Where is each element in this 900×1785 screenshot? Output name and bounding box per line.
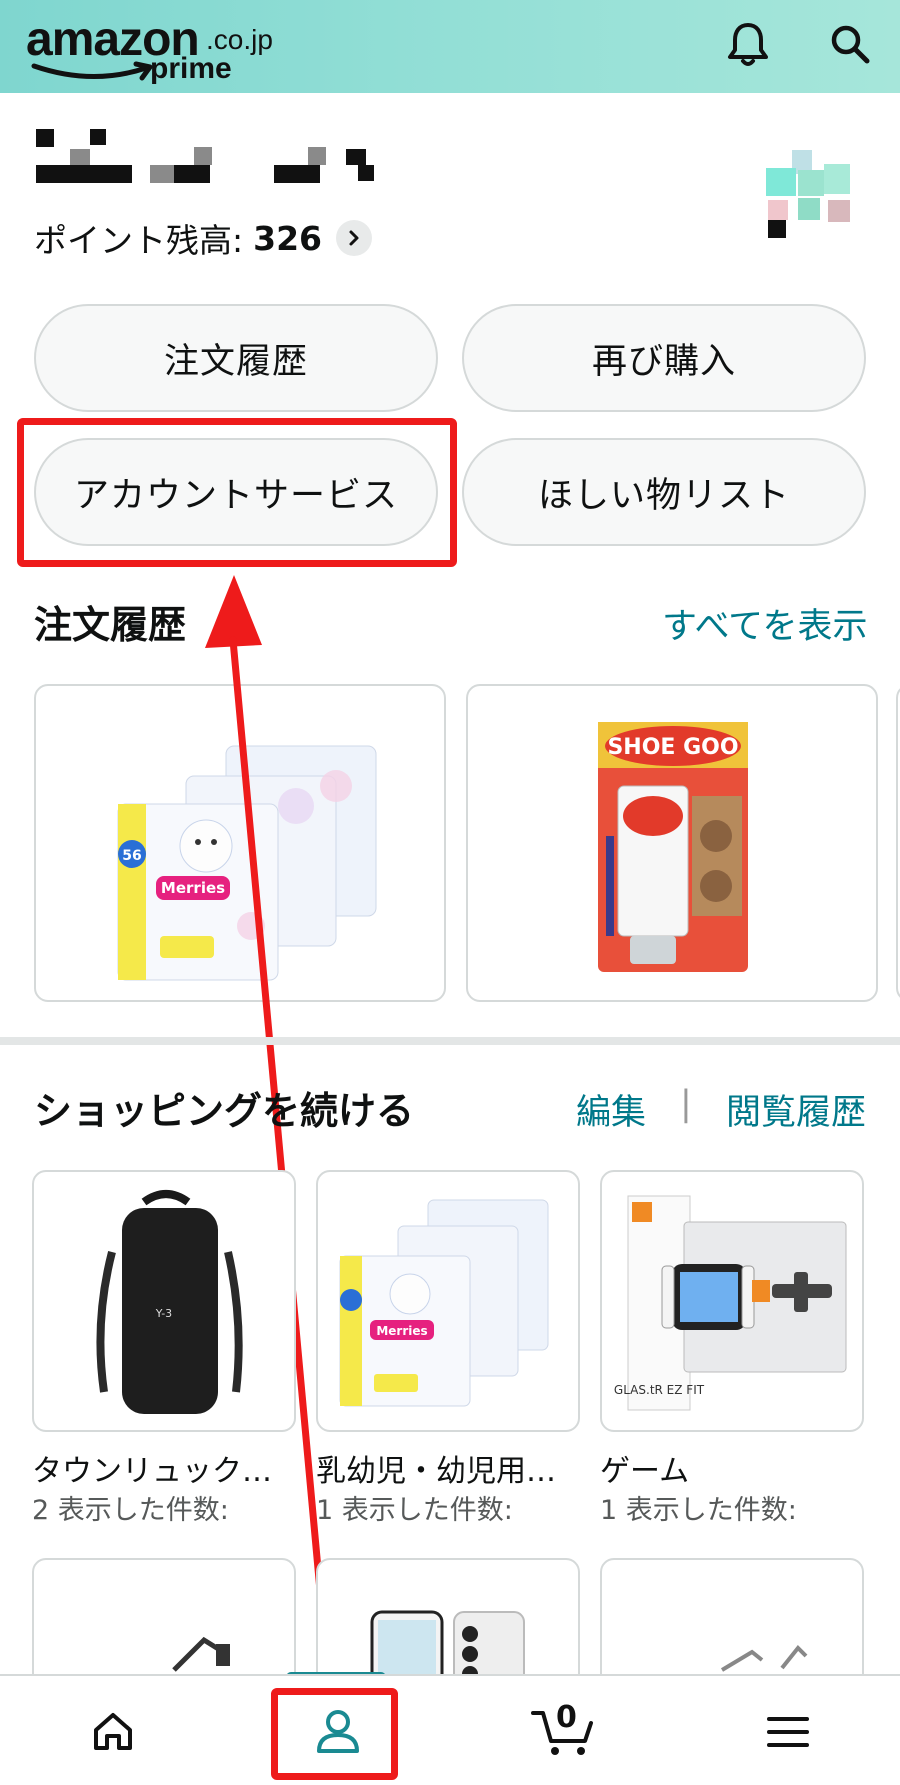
- product-card[interactable]: GLAS.tR EZ FIT: [600, 1170, 864, 1432]
- home-icon: [93, 1712, 132, 1750]
- section-divider: [0, 1037, 900, 1045]
- link-separator: |: [680, 1084, 692, 1124]
- product-card[interactable]: Y-3: [32, 1170, 296, 1432]
- backpack-image: Y-3: [96, 1190, 243, 1414]
- cart-count-badge: 0: [556, 1700, 577, 1735]
- product-name[interactable]: タウンリュック…: [32, 1446, 296, 1490]
- diaper-pack-image: Merries: [339, 1199, 549, 1407]
- product-name[interactable]: ゲーム: [600, 1446, 864, 1490]
- nav-menu[interactable]: [675, 1676, 900, 1785]
- product-image: [720, 1645, 808, 1672]
- edit-link[interactable]: 編集: [576, 1084, 646, 1135]
- nav-account[interactable]: [225, 1676, 450, 1785]
- product-view-count: 1 表示した件数:: [316, 1495, 513, 1526]
- product-card[interactable]: Merries: [316, 1170, 580, 1432]
- smartphone-image: [370, 1610, 525, 1694]
- svg-text:Y-3: Y-3: [155, 1307, 172, 1320]
- product-view-count: 2 表示した件数:: [32, 1495, 229, 1526]
- browsing-history-link[interactable]: 閲覧履歴: [726, 1084, 866, 1135]
- svg-text:Merries: Merries: [376, 1324, 427, 1338]
- product-view-count: 1 表示した件数:: [600, 1495, 797, 1526]
- account-icon: [316, 1709, 359, 1753]
- menu-icon: [766, 1716, 809, 1747]
- monitor-arm-image: [172, 1636, 230, 1672]
- continue-shopping-title: ショッピングを続ける: [34, 1089, 415, 1133]
- nav-home[interactable]: [0, 1676, 225, 1785]
- screen-protector-image: GLAS.tR EZ FIT: [614, 1195, 847, 1411]
- bottom-navigation: [0, 1674, 900, 1785]
- product-name[interactable]: 乳幼児・幼児用…: [316, 1446, 580, 1490]
- svg-text:GLAS.tR EZ FIT: GLAS.tR EZ FIT: [614, 1383, 705, 1397]
